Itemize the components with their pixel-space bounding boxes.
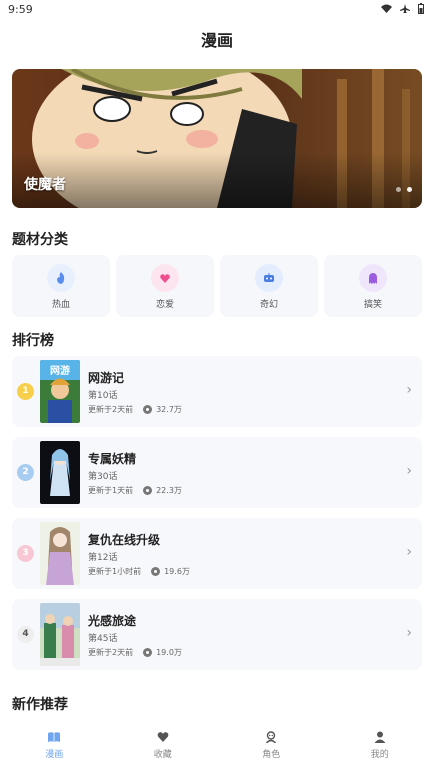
tab-label: 我的 [370, 750, 389, 760]
comic-updated: 更新于2天前 [88, 648, 134, 657]
banner-carousel[interactable]: 使魔者 [12, 69, 422, 208]
comic-title: 专属妖精 [88, 452, 137, 466]
banner-image [12, 69, 422, 208]
rank-badge: 1 [17, 383, 34, 400]
heart-icon [151, 264, 179, 292]
tab-characters[interactable]: 角色 [217, 724, 326, 772]
heart-icon [157, 732, 169, 742]
comic-cover [40, 603, 80, 666]
ghost-icon [359, 264, 387, 292]
user-icon [374, 731, 386, 743]
comic-views: 19.6万 [164, 567, 190, 576]
character-icon [266, 731, 277, 743]
comic-meta: 更新于2天前 32.7万 [88, 404, 182, 415]
chevron-right-icon: › [406, 463, 412, 479]
page-title: 漫画 [200, 31, 233, 50]
comic-episode: 第10话 [88, 391, 118, 401]
comic-meta: 更新于1天前 22.3万 [88, 485, 182, 496]
eye-icon [143, 486, 153, 495]
comic-episode: 第12话 [88, 553, 118, 563]
comic-views: 32.7万 [156, 405, 182, 414]
rank-badge: 2 [17, 464, 34, 481]
comic-title: 光感旅途 [88, 614, 137, 628]
ranking-item[interactable]: 3 复仇在线升级 第12话 更新于1小时前 19.6万 › [12, 518, 422, 589]
tab-profile[interactable]: 我的 [326, 724, 434, 772]
comic-updated: 更新于2天前 [88, 405, 134, 414]
comic-episode: 第30话 [88, 472, 118, 482]
category-label: 热血 [51, 300, 70, 310]
new-section-title: 新作推荐 [12, 697, 68, 713]
robot-icon [255, 264, 283, 292]
views-group: 19.6万 [151, 566, 190, 577]
tab-label: 角色 [262, 750, 281, 760]
banner-title: 使魔者 [24, 177, 66, 193]
views-group: 19.0万 [143, 647, 182, 658]
rank-badge: 4 [17, 626, 34, 643]
svg-text:网游: 网游 [50, 364, 70, 377]
eye-icon [151, 567, 161, 576]
tab-favorites[interactable]: 收藏 [109, 724, 218, 772]
comic-cover: 网游 [40, 360, 80, 423]
ranking-item[interactable]: 1 网游 网游记 第10话 更新于2天前 32.7万 › [12, 356, 422, 427]
chevron-right-icon: › [406, 382, 412, 398]
comic-views: 19.0万 [156, 648, 182, 657]
bottom-tab-bar: 漫画 收藏 角色 我的 [0, 724, 434, 772]
wifi-icon [381, 4, 392, 17]
comic-meta: 更新于2天前 19.0万 [88, 647, 182, 658]
banner-dot[interactable] [396, 187, 401, 192]
category-fantasy[interactable]: 奇幻 [220, 255, 318, 317]
comic-title: 复仇在线升级 [88, 533, 161, 547]
views-group: 32.7万 [143, 404, 182, 415]
battery-icon [418, 3, 424, 18]
comic-updated: 更新于1小时前 [88, 567, 142, 576]
eye-icon [143, 648, 153, 657]
category-hot[interactable]: 热血 [12, 255, 110, 317]
banner-dot[interactable] [407, 187, 412, 192]
category-section-title: 题材分类 [12, 232, 68, 248]
status-time: 9:59 [8, 3, 33, 16]
banner-pagination [396, 187, 412, 192]
category-label: 奇幻 [259, 300, 278, 310]
comic-episode: 第45话 [88, 634, 118, 644]
category-romance[interactable]: 恋爱 [116, 255, 214, 317]
tab-label: 收藏 [153, 750, 172, 760]
chevron-right-icon: › [406, 544, 412, 560]
comic-title: 网游记 [88, 371, 125, 385]
rank-badge: 3 [17, 545, 34, 562]
category-label: 恋爱 [155, 300, 174, 310]
eye-icon [143, 405, 153, 414]
comic-updated: 更新于1天前 [88, 486, 134, 495]
airplane-icon [400, 3, 410, 18]
comic-meta: 更新于1小时前 19.6万 [88, 566, 190, 577]
comic-views: 22.3万 [156, 486, 182, 495]
ranking-list: 1 网游 网游记 第10话 更新于2天前 32.7万 › 2 专属妖精 第30话… [12, 356, 422, 680]
tab-label: 漫画 [45, 750, 64, 760]
book-icon [48, 732, 61, 742]
category-grid: 热血 恋爱 奇幻 搞笑 [12, 255, 422, 317]
comic-cover [40, 441, 80, 504]
tab-comics[interactable]: 漫画 [0, 724, 109, 772]
status-icons [381, 3, 424, 18]
ranking-item[interactable]: 2 专属妖精 第30话 更新于1天前 22.3万 › [12, 437, 422, 508]
category-label: 搞笑 [363, 300, 382, 310]
views-group: 22.3万 [143, 485, 182, 496]
ranking-section-title: 排行榜 [12, 333, 54, 349]
ranking-item[interactable]: 4 光感旅途 第45话 更新于2天前 19.0万 › [12, 599, 422, 670]
comic-cover [40, 522, 80, 585]
flame-icon [47, 264, 75, 292]
chevron-right-icon: › [406, 625, 412, 641]
status-bar: 9:59 [0, 0, 434, 20]
category-comedy[interactable]: 搞笑 [324, 255, 422, 317]
